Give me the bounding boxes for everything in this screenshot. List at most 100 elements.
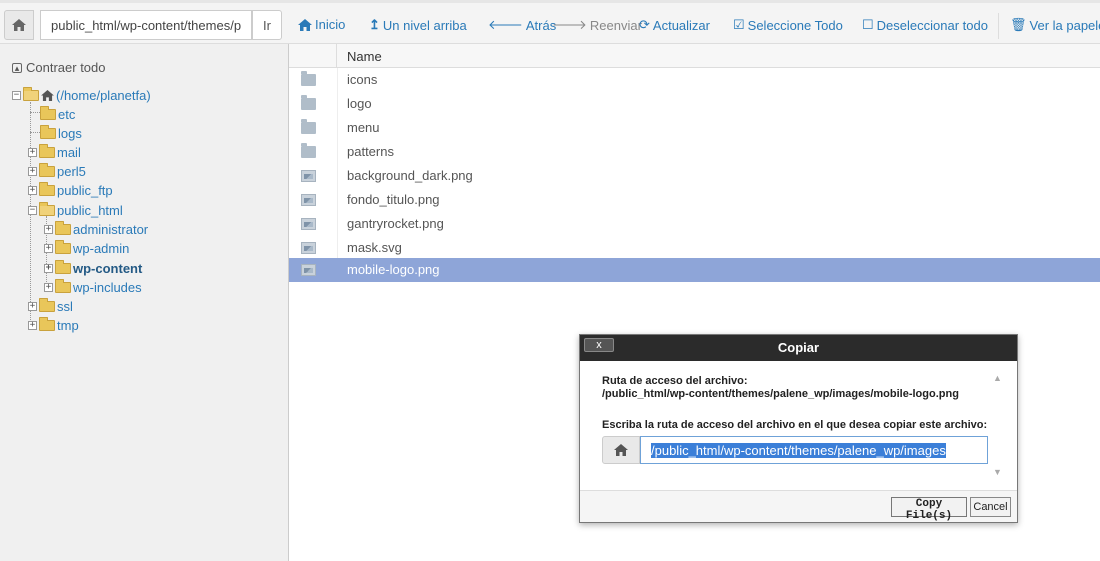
expand-toggle-icon[interactable]: + <box>28 185 37 195</box>
file-name: logo <box>347 96 372 111</box>
path-input[interactable] <box>40 10 252 40</box>
expand-toggle-icon[interactable]: + <box>44 243 53 253</box>
destination-home-button[interactable] <box>602 436 640 464</box>
dialog-title: Copiar <box>580 335 1017 361</box>
collapse-toggle-icon[interactable]: − <box>28 205 37 215</box>
tree-item-ssl[interactable]: + ssl <box>28 297 73 315</box>
tree-item-perl5[interactable]: + perl5 <box>28 162 86 180</box>
collapse-toggle-icon[interactable]: − <box>12 90 21 100</box>
expand-toggle-icon[interactable]: + <box>44 263 53 273</box>
tree-item-logs[interactable]: logs <box>40 124 82 142</box>
select-all-button[interactable]: ☑ Seleccione Todo <box>733 17 843 33</box>
scroll-up-icon[interactable]: ▲ <box>993 373 1002 383</box>
file-name: icons <box>347 72 378 87</box>
file-row[interactable]: gantryrocket.png <box>289 212 1100 236</box>
deselect-all-button-label: Deseleccionar todo <box>876 17 988 33</box>
view-trash-button[interactable]: 🗑 Ver la papele <box>1010 17 1100 33</box>
collapse-icon: ▴ <box>12 62 22 73</box>
file-row[interactable]: fondo_titulo.png <box>289 188 1100 212</box>
tree-item-tmp[interactable]: + tmp <box>28 316 79 334</box>
column-divider <box>337 116 338 140</box>
copy-dialog: Copiar x Ruta de acceso del archivo: /pu… <box>579 334 1018 523</box>
name-column-header[interactable]: Name <box>347 49 382 64</box>
file-row[interactable]: logo <box>289 92 1100 116</box>
up-level-button[interactable]: ↥ Un nivel arriba <box>369 17 467 33</box>
house-icon <box>41 89 54 101</box>
forward-button[interactable]: 🡒 Reenviar <box>552 17 642 33</box>
folder-icon <box>39 297 55 312</box>
source-path-value: /public_html/wp-content/themes/palene_wp… <box>602 388 959 400</box>
expand-toggle-icon[interactable]: + <box>28 166 37 176</box>
tree-item-label: perl5 <box>57 163 86 179</box>
folder-icon <box>39 143 55 158</box>
file-row[interactable]: menu <box>289 116 1100 140</box>
dialog-body: Ruta de acceso del archivo: /public_html… <box>580 361 1017 491</box>
tree-item-label: administrator <box>73 221 149 237</box>
tree-item-public-html[interactable]: − public_html <box>28 201 123 219</box>
view-trash-button-label: Ver la papele <box>1029 17 1100 33</box>
tree-line <box>30 112 40 113</box>
tree-item-label: wp-content <box>73 260 143 276</box>
folder-icon <box>301 143 316 158</box>
scroll-down-icon[interactable]: ▼ <box>993 467 1002 477</box>
refresh-icon: ⟳ <box>639 17 650 32</box>
copy-files-button[interactable]: Copy File(s) <box>891 497 967 522</box>
file-name: gantryrocket.png <box>347 216 444 231</box>
file-row-selected[interactable]: mobile-logo.png <box>289 258 1100 282</box>
refresh-button[interactable]: ⟳ Actualizar <box>639 17 710 33</box>
dialog-scrollbar[interactable]: ▲ ▼ <box>991 373 1005 477</box>
folder-icon <box>301 71 316 86</box>
expand-toggle-icon[interactable]: + <box>44 282 53 292</box>
arrow-right-icon: 🡒 <box>552 17 587 32</box>
tree-line <box>30 132 40 133</box>
path-home-button[interactable] <box>4 10 34 40</box>
image-file-icon <box>301 242 316 254</box>
close-button[interactable]: x <box>584 338 614 352</box>
home-button[interactable]: Inicio <box>298 17 345 32</box>
column-divider <box>337 212 338 236</box>
cancel-button[interactable]: Cancel <box>970 497 1011 517</box>
expand-toggle-icon[interactable]: + <box>28 320 37 330</box>
icon-column-header[interactable] <box>289 44 337 68</box>
tree-item-public-ftp[interactable]: + public_ftp <box>28 181 113 199</box>
file-name: fondo_titulo.png <box>347 192 440 207</box>
folder-icon <box>55 278 71 293</box>
tree-item-label: tmp <box>57 317 79 333</box>
file-row[interactable]: background_dark.png <box>289 164 1100 188</box>
tree-item-etc[interactable]: etc <box>40 105 75 123</box>
tree-item-label: mail <box>57 144 81 160</box>
expand-toggle-icon[interactable]: + <box>44 224 53 234</box>
refresh-button-label: Actualizar <box>652 17 710 33</box>
file-name: patterns <box>347 144 394 159</box>
destination-path-input[interactable]: /public_html/wp-content/themes/palene_wp… <box>640 436 988 464</box>
file-name: mobile-logo.png <box>347 262 440 277</box>
file-name: mask.svg <box>347 240 402 255</box>
image-file-icon <box>301 194 316 206</box>
collapse-all-label: Contraer todo <box>26 60 106 75</box>
file-row[interactable]: icons <box>289 68 1100 92</box>
go-button[interactable]: Ir <box>252 10 282 40</box>
tree-item-label: (/home/planetfa) <box>56 87 151 103</box>
select-all-button-label: Seleccione Todo <box>747 17 843 33</box>
back-button[interactable]: 🡐 Atrás <box>488 17 556 33</box>
deselect-all-button[interactable]: ☐ Deseleccionar todo <box>862 17 988 33</box>
tree-item-mail[interactable]: + mail <box>28 143 81 161</box>
expand-toggle-icon[interactable]: + <box>28 301 37 311</box>
tree-item-wp-content[interactable]: + wp-content <box>44 259 142 277</box>
arrow-left-icon: 🡐 <box>488 17 523 32</box>
tree-item-label: ssl <box>57 298 73 314</box>
expand-toggle-icon[interactable]: + <box>28 147 37 157</box>
collapse-all-button[interactable]: ▴ Contraer todo <box>12 60 106 75</box>
folder-icon <box>39 316 55 331</box>
folder-open-icon <box>23 86 39 101</box>
tree-item-wp-admin[interactable]: + wp-admin <box>44 239 129 257</box>
tree-item-administrator[interactable]: + administrator <box>44 220 148 238</box>
column-divider <box>337 92 338 116</box>
column-divider <box>337 188 338 212</box>
tree-item-label: wp-admin <box>73 240 130 256</box>
file-row[interactable]: patterns <box>289 140 1100 164</box>
file-row[interactable]: mask.svg <box>289 236 1100 260</box>
tree-item-wp-includes[interactable]: + wp-includes <box>44 278 142 296</box>
folder-icon <box>301 95 316 110</box>
tree-item-home[interactable]: − (/home/planetfa) <box>12 86 151 104</box>
